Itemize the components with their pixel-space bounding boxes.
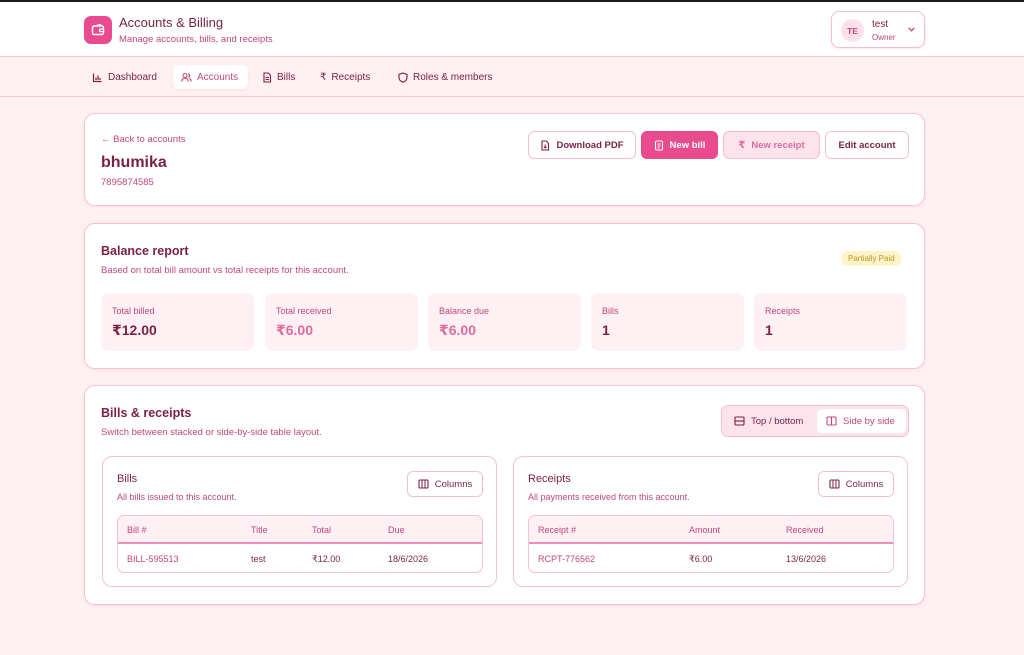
stat-label: Bills bbox=[602, 306, 619, 316]
avatar: TE bbox=[841, 19, 864, 42]
tab-label: Roles & members bbox=[413, 71, 493, 83]
download-pdf-button[interactable]: Download PDF bbox=[528, 131, 636, 159]
stat-bills-count: Bills 1 bbox=[591, 293, 744, 351]
button-label: Download PDF bbox=[556, 139, 624, 151]
receipts-panel: Receipts All payments received from this… bbox=[513, 456, 908, 587]
back-to-accounts-link[interactable]: ← Back to accounts bbox=[101, 134, 185, 145]
column-header: Bill # bbox=[127, 525, 147, 535]
file-download-icon bbox=[541, 139, 550, 151]
option-label: Top / bottom bbox=[751, 415, 804, 427]
stat-label: Total billed bbox=[112, 306, 155, 316]
bill-number-link[interactable]: BILL-595513 bbox=[127, 554, 179, 564]
button-label: New bill bbox=[669, 139, 706, 151]
rows-icon bbox=[734, 416, 745, 426]
option-label: Side by side bbox=[843, 415, 895, 427]
stat-value: 1 bbox=[765, 322, 773, 338]
shield-icon bbox=[398, 71, 408, 83]
stat-balance-due: Balance due ₹6.00 bbox=[428, 293, 581, 351]
bills-panel: Bills All bills issued to this account. … bbox=[102, 456, 497, 587]
column-header: Title bbox=[251, 525, 268, 535]
column-header: Amount bbox=[689, 525, 721, 535]
button-label: New receipt bbox=[751, 139, 805, 151]
table-cell: 18/6/2026 bbox=[388, 554, 429, 564]
stat-label: Receipts bbox=[765, 306, 801, 316]
app-header: Accounts & Billing Manage accounts, bill… bbox=[0, 2, 1024, 57]
columns-icon bbox=[829, 479, 840, 489]
side-by-side-option[interactable]: Side by side bbox=[817, 409, 906, 433]
section-title: Bills & receipts bbox=[101, 406, 192, 420]
main-nav: Dashboard Accounts Bills ₹ Receipts Role… bbox=[0, 57, 1024, 97]
account-header-card: ← Back to accounts bhumika 7895874585 Do… bbox=[84, 113, 925, 206]
stat-total-billed: Total billed ₹12.00 bbox=[101, 293, 254, 351]
section-title: Balance report bbox=[101, 244, 189, 258]
table-header: Receipt # Amount Received bbox=[529, 516, 893, 544]
tab-dashboard[interactable]: Dashboard bbox=[84, 65, 165, 89]
new-bill-button[interactable]: New bill bbox=[641, 131, 718, 159]
edit-account-button[interactable]: Edit account bbox=[825, 131, 909, 159]
app-subtitle: Manage accounts, bills, and receipts bbox=[119, 34, 273, 45]
stat-receipts-count: Receipts 1 bbox=[754, 293, 907, 351]
top-bottom-option[interactable]: Top / bottom bbox=[725, 409, 816, 433]
stat-value: ₹6.00 bbox=[276, 322, 313, 338]
panel-title: Receipts bbox=[528, 473, 571, 485]
user-name: test bbox=[872, 19, 889, 30]
balance-report-card: Balance report Based on total bill amoun… bbox=[84, 223, 925, 369]
table-cell: ₹12.00 bbox=[312, 554, 341, 564]
button-label: Columns bbox=[434, 478, 473, 490]
bill-icon bbox=[654, 139, 663, 151]
rupee-icon: ₹ bbox=[738, 139, 746, 151]
tab-label: Bills bbox=[277, 71, 296, 83]
account-name: bhumika bbox=[101, 154, 167, 171]
tab-label: Dashboard bbox=[108, 71, 157, 83]
table-header: Bill # Title Total Due bbox=[118, 516, 482, 544]
app-title: Accounts & Billing bbox=[119, 15, 224, 30]
status-badge: Partially Paid bbox=[841, 251, 902, 266]
column-header: Received bbox=[786, 525, 824, 535]
stat-value: ₹6.00 bbox=[439, 322, 476, 338]
tab-bills[interactable]: Bills bbox=[254, 65, 303, 89]
account-phone: 7895874585 bbox=[101, 177, 154, 188]
user-role: Owner bbox=[872, 33, 896, 42]
stat-total-received: Total received ₹6.00 bbox=[265, 293, 418, 351]
button-label: Edit account bbox=[838, 139, 896, 151]
stat-value: ₹12.00 bbox=[112, 322, 157, 338]
rupee-icon: ₹ bbox=[320, 71, 327, 83]
layout-toggle: Top / bottom Side by side bbox=[721, 405, 909, 437]
panel-title: Bills bbox=[117, 473, 138, 485]
section-subtitle: Based on total bill amount vs total rece… bbox=[101, 265, 349, 276]
columns-icon bbox=[826, 416, 837, 426]
tab-roles-members[interactable]: Roles & members bbox=[390, 65, 500, 89]
bar-chart-icon bbox=[92, 73, 102, 82]
column-header: Due bbox=[388, 525, 405, 535]
chevron-down-icon bbox=[908, 27, 915, 32]
table-cell: 13/6/2026 bbox=[786, 554, 827, 564]
tab-receipts[interactable]: ₹ Receipts bbox=[312, 65, 378, 89]
panel-description: All bills issued to this account. bbox=[117, 492, 237, 502]
section-subtitle: Switch between stacked or side-by-side t… bbox=[101, 427, 322, 438]
column-header: Total bbox=[312, 525, 332, 535]
receipts-table: Receipt # Amount Received RCPT-776562 ₹6… bbox=[528, 515, 894, 573]
table-cell: test bbox=[251, 554, 266, 564]
table-cell: ₹6.00 bbox=[689, 554, 713, 564]
column-header: Receipt # bbox=[538, 525, 577, 535]
users-icon bbox=[181, 72, 192, 82]
new-receipt-button[interactable]: ₹ New receipt bbox=[723, 131, 820, 159]
receipts-columns-button[interactable]: Columns bbox=[818, 471, 894, 497]
tab-label: Receipts bbox=[331, 71, 371, 83]
columns-icon bbox=[418, 479, 429, 489]
user-menu[interactable]: TE test Owner bbox=[831, 11, 925, 48]
tab-accounts[interactable]: Accounts bbox=[173, 65, 248, 89]
stat-label: Total received bbox=[276, 306, 332, 316]
stat-label: Balance due bbox=[439, 306, 490, 316]
stat-value: 1 bbox=[602, 322, 610, 338]
bills-receipts-card: Bills & receipts Switch between stacked … bbox=[84, 385, 925, 605]
file-icon bbox=[263, 71, 272, 83]
panel-description: All payments received from this account. bbox=[528, 492, 690, 502]
button-label: Columns bbox=[845, 478, 884, 490]
bills-table: Bill # Title Total Due BILL-595513 test … bbox=[117, 515, 483, 573]
wallet-icon bbox=[84, 16, 112, 44]
bills-columns-button[interactable]: Columns bbox=[407, 471, 483, 497]
tab-label: Accounts bbox=[197, 71, 239, 83]
receipt-number-link[interactable]: RCPT-776562 bbox=[538, 554, 595, 564]
